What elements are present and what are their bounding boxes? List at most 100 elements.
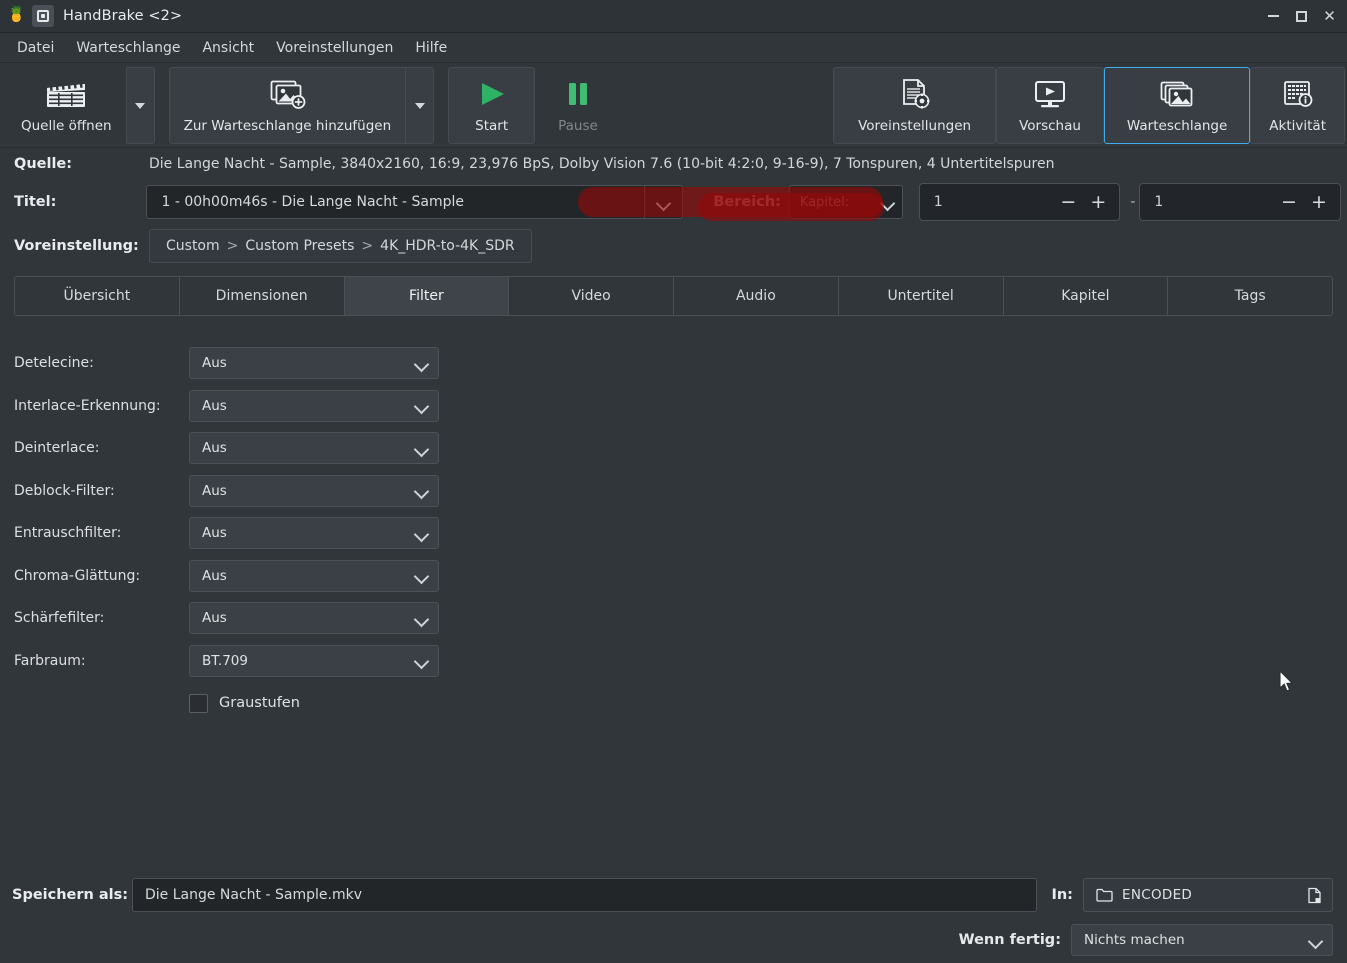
minimize-icon[interactable] [1260,3,1287,29]
chapter-range-separator: - [1130,194,1136,210]
menu-warteschlange[interactable]: Warteschlange [65,36,191,60]
chevron-down-icon [416,443,427,454]
add-to-queue-group: Zur Warteschlange hinzufügen [168,67,435,144]
detelecine-select[interactable]: Aus [189,347,439,380]
handbrake-window: 🍍 HandBrake <2> ✕ Datei Warteschlange An… [0,0,1347,963]
deblock-filter-select[interactable]: Aus [189,474,439,507]
filter-row-interlace-erkennung: Interlace-Erkennung: Aus [14,385,1333,428]
tab-untertitel[interactable]: Untertitel [838,277,1004,315]
maximize-icon[interactable] [1288,3,1315,29]
chapter-start-plus-button[interactable]: + [1083,188,1113,216]
preset-separator: > [226,238,239,254]
menu-ansicht[interactable]: Ansicht [191,36,265,60]
chroma-glaettung-select[interactable]: Aus [189,559,439,592]
range-type-arrow [874,186,902,218]
title-bar: 🍍 HandBrake <2> ✕ [0,0,1347,33]
preset-part-1: Custom [166,238,220,254]
add-image-icon [267,77,307,111]
stacked-images-icon [1159,77,1195,111]
chapter-start-minus-button[interactable]: − [1053,188,1083,216]
destination-button[interactable]: ENCODED [1083,878,1333,912]
schaerfefilter-label: Schärfefilter: [14,610,105,627]
filter-row-deinterlace: Deinterlace: Aus [14,427,1333,470]
when-done-select[interactable]: Nichts machen [1071,924,1333,956]
pause-button[interactable]: Pause [535,67,621,144]
detelecine-value: Aus [202,355,227,372]
farbraum-select[interactable]: BT.709 [189,644,439,677]
start-button[interactable]: Start [448,67,536,144]
tab-filter[interactable]: Filter [344,277,510,315]
deblock-filter-value: Aus [202,482,227,499]
entrauschfilter-select[interactable]: Aus [189,517,439,550]
main-toolbar: Quelle öffnen Zur Warteschlange hinzufüg… [0,63,1347,148]
tab-video[interactable]: Video [509,277,674,315]
add-to-queue-button[interactable]: Zur Warteschlange hinzufügen [168,67,407,144]
file-browse-icon[interactable] [1307,887,1322,904]
chevron-down-icon [135,102,146,109]
farbraum-value: BT.709 [202,652,248,669]
schaerfefilter-select[interactable]: Aus [189,602,439,635]
menu-hilfe[interactable]: Hilfe [404,36,458,60]
interlace-erkennung-select[interactable]: Aus [189,389,439,422]
destination-label: In: [1051,887,1073,903]
title-select[interactable]: 1 - 00h00m46s - Die Lange Nacht - Sample [146,185,684,219]
chapter-end-plus-button[interactable]: + [1304,188,1334,216]
pause-label: Pause [558,117,598,134]
queue-button[interactable]: Warteschlange [1103,67,1251,144]
open-source-button[interactable]: Quelle öffnen [6,67,127,144]
filter-panel: Detelecine: Aus Interlace-Erkennung: Aus… [0,316,1347,873]
presets-button[interactable]: Voreinstellungen [833,67,997,144]
window-menu-icon[interactable] [32,5,54,27]
preview-button[interactable]: Vorschau [996,67,1104,144]
start-label: Start [475,117,509,134]
title-select-arrow [644,186,682,218]
detelecine-label: Detelecine: [14,355,94,372]
document-gear-icon [898,77,932,111]
chroma-glaettung-label: Chroma-Glättung: [14,567,141,584]
grayscale-checkbox[interactable] [189,693,208,713]
deinterlace-select[interactable]: Aus [189,432,439,465]
chevron-down-icon [416,570,427,581]
chroma-glaettung-value: Aus [202,567,227,584]
chapter-start-value: 1 [933,194,943,210]
preset-part-3: 4K_HDR-to-4K_SDR [380,238,515,254]
open-source-dropdown-arrow[interactable] [126,67,155,144]
save-as-label: Speichern als: [12,887,129,903]
output-bar: Speichern als: Die Lange Nacht - Sample.… [0,873,1347,963]
folder-icon [1096,888,1113,902]
menu-datei[interactable]: Datei [6,36,65,60]
tab-dimensionen[interactable]: Dimensionen [179,277,345,315]
chapter-end-minus-button[interactable]: − [1274,188,1304,216]
preset-label: Voreinstellung: [14,238,139,254]
preset-breadcrumb[interactable]: Custom > Custom Presets > 4K_HDR-to-4K_S… [149,229,532,263]
mouse-pointer [1279,670,1295,694]
range-type-value: Kapitel: [799,194,850,210]
tab-kapitel[interactable]: Kapitel [1003,277,1169,315]
close-icon[interactable]: ✕ [1316,3,1343,29]
activity-button[interactable]: Aktivität [1250,67,1345,144]
add-to-queue-dropdown-arrow[interactable] [406,67,435,144]
farbraum-label: Farbraum: [14,652,86,669]
tab-audio[interactable]: Audio [674,277,839,315]
title-label: Titel: [14,194,57,210]
chevron-down-icon [882,197,893,208]
log-info-icon [1282,77,1314,111]
preset-part-2: Custom Presets [245,238,355,254]
save-as-input[interactable]: Die Lange Nacht - Sample.mkv [132,878,1038,912]
preview-label: Vorschau [1019,117,1081,134]
menu-voreinstellungen[interactable]: Voreinstellungen [265,36,404,60]
chevron-down-icon [416,528,427,539]
when-done-label: Wenn fertig: [958,932,1061,948]
source-row: Quelle: Die Lange Nacht - Sample, 3840x2… [6,148,1341,180]
chapter-start-stepper[interactable]: 1 − + [918,183,1121,221]
toolbar-separator-2 [434,67,448,144]
tab-uebersicht[interactable]: Übersicht [15,277,180,315]
when-done-value: Nichts machen [1084,932,1185,948]
chevron-down-icon [416,655,427,666]
source-label: Quelle: [14,156,73,172]
tab-tags[interactable]: Tags [1168,277,1332,315]
chapter-end-stepper[interactable]: 1 − + [1139,183,1342,221]
grayscale-label: Graustufen [219,695,300,711]
chevron-down-icon [658,197,669,208]
range-type-select[interactable]: Kapitel: [788,185,903,219]
